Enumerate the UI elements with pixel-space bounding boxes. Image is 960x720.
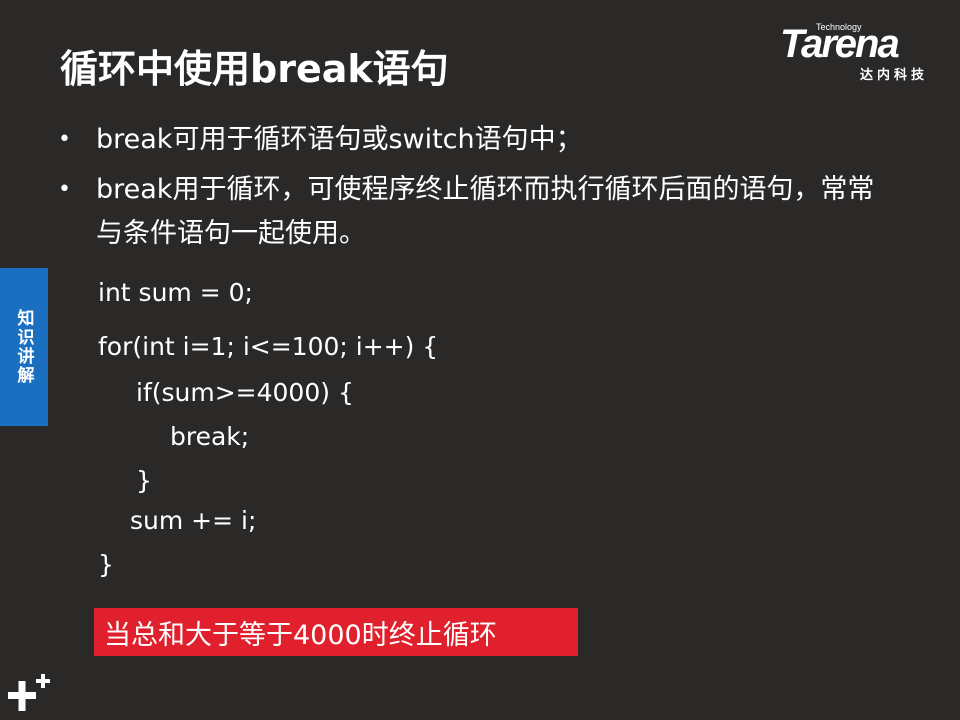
code-line: } xyxy=(98,550,114,579)
code-line: int sum = 0; xyxy=(98,278,253,307)
bullet-dot-icon: • xyxy=(58,177,71,202)
code-line: sum += i; xyxy=(130,506,257,535)
bullet-list: • break可用于循环语句或switch语句中； • break用于循环，可使… xyxy=(58,118,898,262)
logo-subtitle: 达内科技 xyxy=(860,68,929,83)
side-tab: 知识讲解 xyxy=(0,268,48,426)
code-line: } xyxy=(136,466,152,495)
tarena-logo: Technology Tarena 达内科技 xyxy=(780,22,946,83)
side-tab-label: 知识讲解 xyxy=(13,309,34,385)
plus-decoration-icon xyxy=(8,674,50,711)
code-line: if(sum>=4000) { xyxy=(136,378,354,407)
callout-text: 当总和大于等于4000时终止循环 xyxy=(104,619,497,651)
slide-title: 循环中使用break语句 xyxy=(60,47,449,91)
code-line: for(int i=1; i<=100; i++) { xyxy=(98,332,439,361)
bullet-dot-icon: • xyxy=(58,127,71,152)
code-line: break; xyxy=(170,422,250,451)
bullet-text: break可用于循环语句或switch语句中； xyxy=(96,124,583,155)
bullet-item: • break用于循环，可使程序终止循环而执行循环后面的语句，常常与条件语句一起… xyxy=(58,168,898,256)
callout-box: 当总和大于等于4000时终止循环 xyxy=(94,608,578,656)
bullet-text: break用于循环，可使程序终止循环而执行循环后面的语句，常常与条件语句一起使用… xyxy=(96,174,875,249)
logo-brand: Tarena xyxy=(780,22,900,66)
bullet-item: • break可用于循环语句或switch语句中； xyxy=(58,118,898,162)
